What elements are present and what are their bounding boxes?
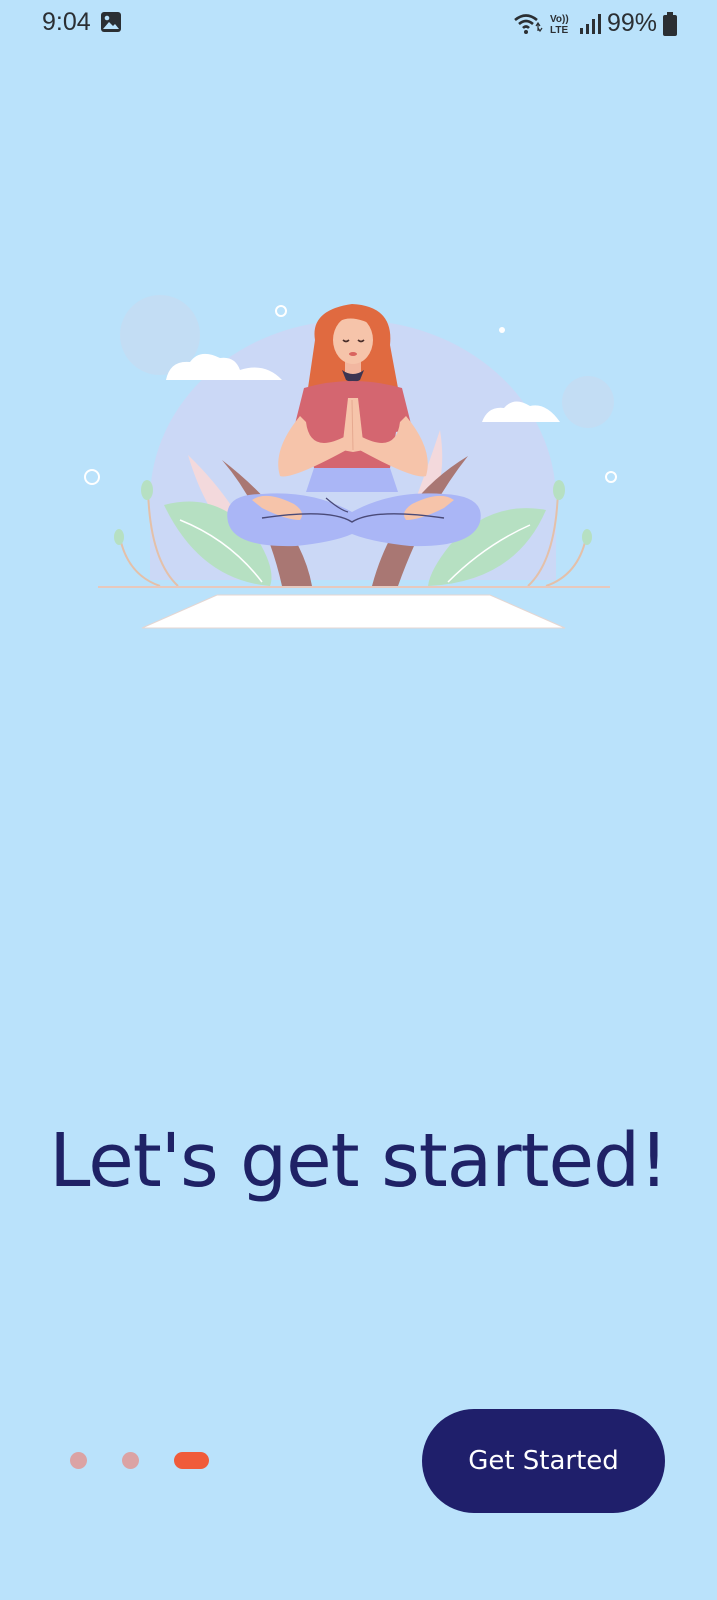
pager-dot-3-active: [174, 1452, 209, 1469]
gallery-icon: [101, 12, 121, 32]
pager-dot-1: [70, 1452, 87, 1469]
get-started-label: Get Started: [468, 1446, 619, 1476]
meditation-illustration: [84, 295, 617, 629]
svg-text:LTE: LTE: [550, 25, 568, 36]
svg-text:Vo)): Vo)): [550, 14, 569, 25]
wifi-icon: [514, 13, 543, 34]
background-bubble-small: [562, 376, 614, 428]
battery-percent: 99%: [606, 9, 657, 37]
volte-icon: Vo)) LTE: [550, 14, 569, 36]
yoga-mat: [141, 594, 566, 629]
pager-dot-2: [122, 1452, 139, 1469]
status-time: 9:04: [42, 8, 91, 36]
status-right-group: Vo)) LTE 99%: [513, 9, 677, 38]
page-title: Let's get started!: [49, 1118, 668, 1204]
get-started-button[interactable]: Get Started: [422, 1409, 665, 1513]
battery-icon: [663, 11, 677, 36]
status-bar: 9:04 Vo)) LTE 99%: [0, 0, 717, 48]
signal-icon: [579, 13, 601, 34]
